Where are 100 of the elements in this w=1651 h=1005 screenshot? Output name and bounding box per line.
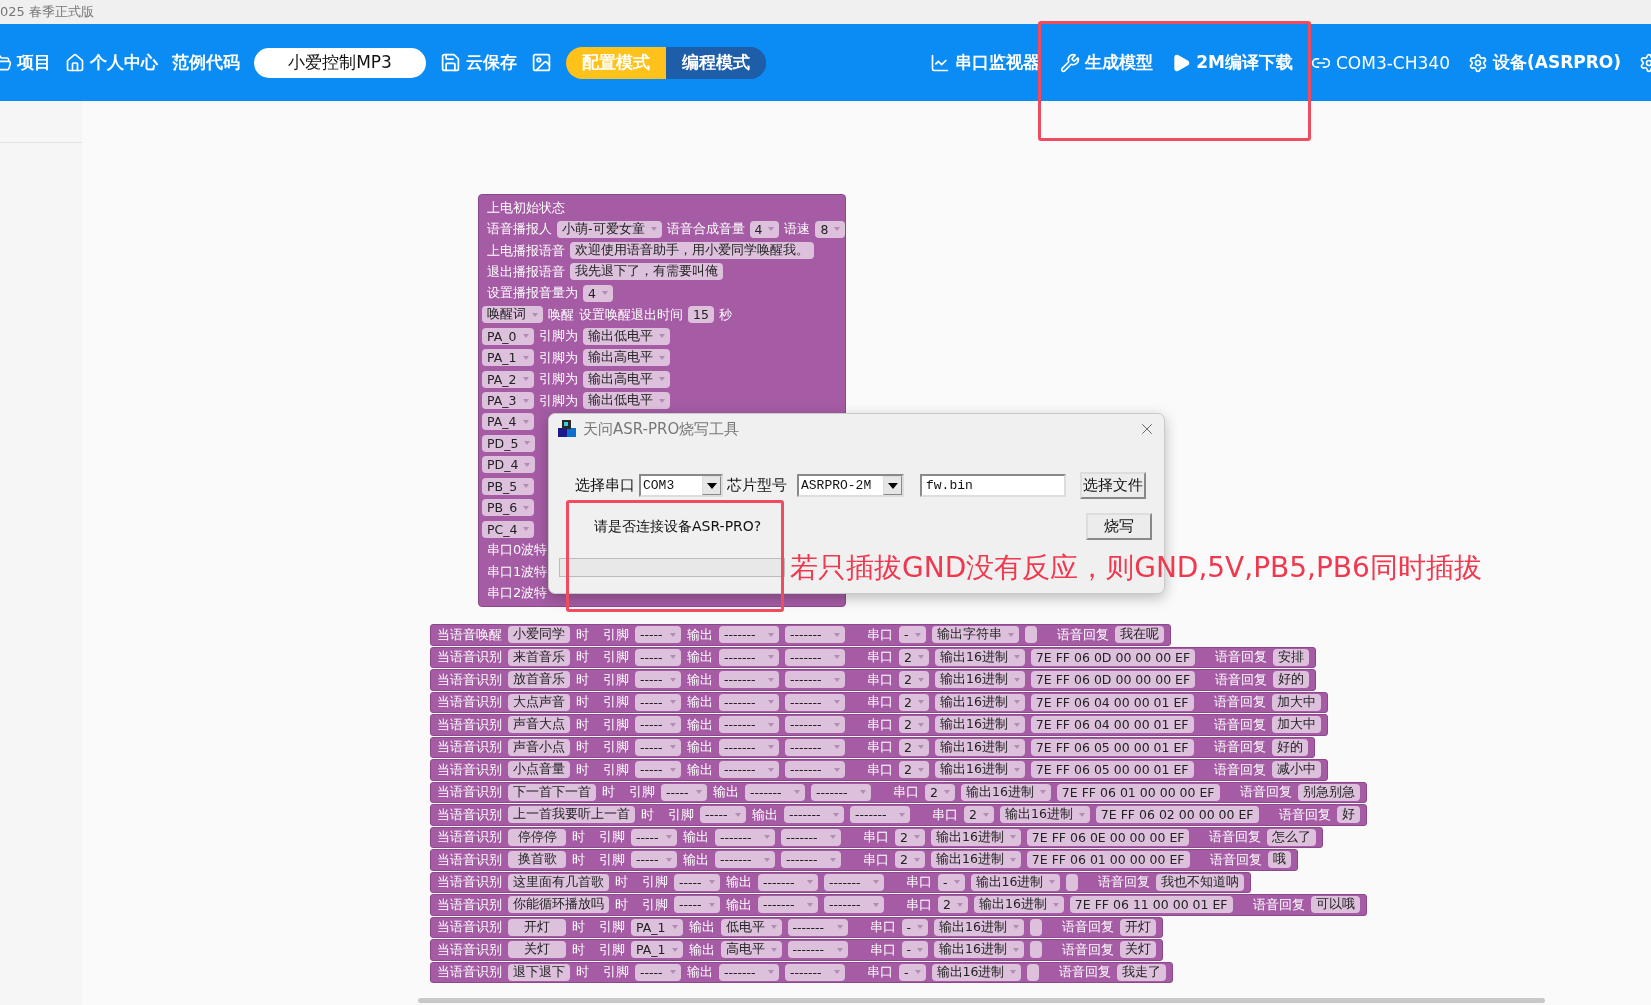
keyword-field[interactable]: 小爱同学 [508, 626, 570, 644]
text-field[interactable]: 15 [688, 306, 714, 324]
port-select[interactable]: COM3 [639, 474, 723, 497]
voice-event-block[interactable]: 当语音识别 换首歌 时 引脚 ----- 输出 ------- ------- 串口 2 输出16进制 7E FF 06 01 00 00 00 EF 语音回复 哦 [430, 849, 1298, 871]
reply-field[interactable]: 加大中 [1271, 716, 1321, 734]
file-path-field[interactable]: fw.bin [920, 474, 1066, 497]
port-dropdown[interactable]: - [901, 941, 928, 959]
value-field[interactable] [1029, 941, 1042, 959]
value-field[interactable] [1066, 873, 1079, 891]
pin-dropdown[interactable]: ----- [635, 693, 681, 711]
mode-dropdown[interactable]: 输出16进制 [999, 806, 1090, 824]
keyword-field[interactable]: 下一首下一首 [508, 783, 596, 801]
mode-dropdown[interactable]: 输出16进制 [970, 873, 1061, 891]
hex-value-field[interactable]: 7E FF 06 0D 00 00 00 EF [1030, 648, 1196, 666]
hex-value-field[interactable]: 7E FF 06 05 00 00 01 EF [1030, 738, 1194, 756]
output-dropdown[interactable]: ------- [785, 693, 845, 711]
port-dropdown[interactable]: 2 [899, 693, 929, 711]
dropdown[interactable]: 小萌-可爱女童 [557, 220, 662, 238]
mode-dropdown[interactable]: 输出16进制 [934, 738, 1025, 756]
voice-event-block[interactable]: 当语音识别 停停停 时 引脚 ----- 输出 ------- ------- 串口 2 输出16进制 7E FF 06 0E 00 00 00 EF 语音回复 怎么了 [430, 826, 1324, 848]
dropdown[interactable]: 输出高电平 [582, 349, 670, 367]
pin-dropdown[interactable]: ----- [631, 828, 677, 846]
hex-value-field[interactable]: 7E FF 06 0E 00 00 00 EF [1026, 828, 1190, 846]
keyword-field[interactable]: 你能循环播放吗 [508, 896, 609, 914]
reply-field[interactable]: 别急别急 [1297, 783, 1360, 801]
keyword-field[interactable]: 换首歌 [508, 851, 566, 869]
reply-field[interactable]: 好的 [1271, 738, 1308, 756]
hex-value-field[interactable]: 7E FF 06 01 00 00 00 EF [1056, 783, 1220, 801]
text-field[interactable]: 欢迎使用语音助手，用小爱同学唤醒我。 [570, 242, 814, 260]
port-dropdown[interactable]: - [899, 963, 926, 981]
reply-field[interactable]: 关灯 [1119, 941, 1156, 959]
burn-button[interactable]: 烧写 [1086, 513, 1152, 540]
output-dropdown[interactable]: ------- [787, 941, 848, 959]
voice-event-block[interactable]: 当语音识别 上一首我要听上一首 时 引脚 ----- 输出 ------- ------- 串口 2 输出16进制 7E FF 06 02 00 00 00 EF 语音回复 好 [430, 804, 1367, 826]
mode-dropdown[interactable]: 输出16进制 [934, 761, 1025, 779]
keyword-field[interactable]: 上一首我要听上一首 [508, 806, 635, 824]
reply-field[interactable]: 好 [1336, 806, 1360, 824]
reply-field[interactable]: 好的 [1273, 671, 1310, 689]
dropdown[interactable]: PD_5 [482, 434, 536, 452]
reply-field[interactable]: 我也不知道呐 [1156, 873, 1245, 891]
mode-dropdown[interactable]: 输出16进制 [934, 648, 1025, 666]
output-dropdown[interactable]: ------- [850, 806, 910, 824]
hex-value-field[interactable]: 7E FF 06 04 00 00 01 EF [1030, 716, 1194, 734]
keyword-field[interactable]: 退下退下 [508, 963, 570, 981]
pin-dropdown[interactable]: ----- [635, 626, 681, 644]
value-field[interactable] [1029, 918, 1042, 936]
dropdown[interactable]: PA_4 [482, 413, 534, 431]
mode-dropdown[interactable]: 输出16进制 [934, 918, 1024, 936]
keyword-field[interactable]: 开灯 [508, 918, 566, 936]
voice-event-block[interactable]: 当语音识别 下一首下一首 时 引脚 ----- 输出 ------- ------- 串口 2 输出16进制 7E FF 06 01 00 00 00 EF 语音回复 别急别急 [430, 781, 1367, 803]
dropdown[interactable]: 4 [749, 220, 780, 238]
port-dropdown[interactable]: - [901, 918, 928, 936]
output-dropdown[interactable]: ------- [715, 851, 775, 869]
port-dropdown[interactable]: 2 [899, 738, 929, 756]
mode-dropdown[interactable]: 输出16进制 [934, 671, 1025, 689]
voice-event-block[interactable]: 当语音唤醒 小爱同学 时 引脚 ----- 输出 ------- ------- 串口 - 输出字符串 语音回复 我在呢 [430, 624, 1171, 646]
mode-dropdown[interactable]: 输出16进制 [973, 896, 1064, 914]
hex-value-field[interactable]: 7E FF 06 01 00 00 00 EF [1026, 851, 1190, 869]
voice-event-block[interactable]: 当语音识别 声音大点 时 引脚 ----- 输出 ------- ------- 串口 2 输出16进制 7E FF 06 04 00 00 01 EF 语音回复 加大中 [430, 714, 1328, 736]
voice-event-block[interactable]: 当语音识别 你能循环播放吗 时 引脚 ----- 输出 ------- ------- 串口 2 输出16进制 7E FF 06 11 00 00 01 EF 语音回复 可以哦 [430, 894, 1367, 916]
dropdown[interactable]: 输出低电平 [582, 392, 670, 409]
output-dropdown[interactable]: ------- [745, 783, 805, 801]
port-dropdown[interactable]: 2 [895, 828, 925, 846]
scrollbar[interactable] [418, 998, 1545, 1003]
hex-value-field[interactable]: 7E FF 06 02 00 00 00 EF [1095, 806, 1259, 824]
pin-dropdown[interactable]: ----- [700, 806, 746, 824]
reply-field[interactable]: 怎么了 [1267, 828, 1317, 846]
mode-dropdown[interactable]: 输出16进制 [930, 828, 1021, 846]
pin-dropdown[interactable]: PA_1 [631, 918, 683, 936]
reply-field[interactable]: 减小中 [1271, 761, 1321, 779]
keyword-field[interactable]: 小点音量 [508, 761, 570, 779]
voice-event-block[interactable]: 当语音识别 小点音量 时 引脚 ----- 输出 ------- ------- 串口 2 输出16进制 7E FF 06 05 00 00 01 EF 语音回复 减小中 [430, 759, 1328, 781]
pin-dropdown[interactable]: ----- [631, 851, 677, 869]
reply-field[interactable]: 我在呢 [1114, 626, 1164, 644]
dropdown[interactable]: PA_0 [482, 327, 534, 345]
output-dropdown[interactable]: ------- [715, 828, 775, 846]
text-field[interactable]: 我先退下了，有需要叫俺 [570, 263, 723, 281]
port-dropdown[interactable]: 2 [964, 806, 994, 824]
pin-dropdown[interactable]: ----- [635, 716, 681, 734]
chip-select[interactable]: ASRPRO-2M [797, 474, 904, 497]
output-dropdown[interactable]: ------- [811, 783, 871, 801]
port-dropdown[interactable]: 2 [899, 648, 929, 666]
output-dropdown[interactable]: ------- [824, 896, 884, 914]
pin-dropdown[interactable]: ----- [635, 761, 681, 779]
dropdown[interactable]: PD_4 [482, 456, 536, 474]
output-dropdown[interactable]: ------- [784, 806, 844, 824]
voice-event-block[interactable]: 当语音识别 声音小点 时 引脚 ----- 输出 ------- ------- 串口 2 输出16进制 7E FF 06 05 00 00 01 EF 语音回复 好的 [430, 736, 1315, 758]
reply-field[interactable]: 加大中 [1271, 693, 1321, 711]
hex-value-field[interactable]: 7E FF 06 0D 00 00 00 EF [1030, 671, 1196, 689]
keyword-field[interactable]: 大点声音 [508, 693, 570, 711]
voice-event-block[interactable]: 当语音识别 来首音乐 时 引脚 ----- 输出 ------- ------- 串口 2 输出16进制 7E FF 06 0D 00 00 00 EF 语音回复 安排 [430, 646, 1317, 668]
dropdown[interactable]: PB_6 [482, 499, 535, 517]
reply-field[interactable]: 哦 [1267, 851, 1291, 869]
reply-field[interactable]: 我走了 [1117, 963, 1167, 981]
voice-event-block[interactable]: 当语音识别 这里面有几首歌 时 引脚 ----- 输出 ------- ------- 串口 - 输出16进制 语音回复 我也不知道呐 [430, 871, 1252, 893]
mode-dropdown[interactable]: 输出16进制 [934, 941, 1024, 959]
pin-dropdown[interactable]: PA_1 [631, 941, 683, 959]
output-dropdown[interactable]: ------- [719, 626, 779, 644]
mode-dropdown[interactable]: 输出字符串 [931, 626, 1019, 644]
pin-dropdown[interactable]: ----- [635, 648, 681, 666]
